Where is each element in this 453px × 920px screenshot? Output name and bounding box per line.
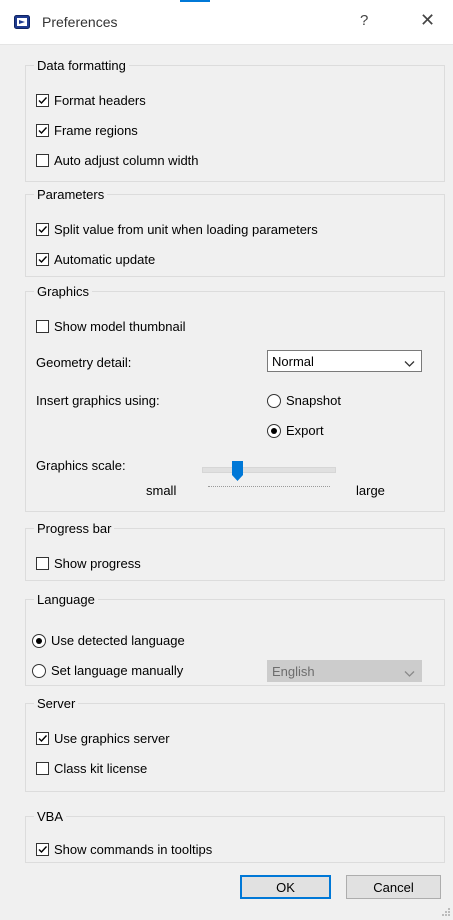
graphics-group: Graphics Show model thumbnail Geometry d… xyxy=(25,284,445,512)
snapshot-label: Snapshot xyxy=(286,393,341,408)
use-detected-language-option[interactable]: Use detected language xyxy=(32,633,185,648)
app-icon xyxy=(14,14,30,30)
automatic-update-option[interactable]: Automatic update xyxy=(36,252,155,267)
snapshot-option[interactable]: Snapshot xyxy=(267,393,341,408)
server-legend: Server xyxy=(37,696,76,711)
graphics-scale-ticks xyxy=(208,483,330,487)
show-progress-checkbox[interactable] xyxy=(36,557,49,570)
frame-regions-checkbox[interactable] xyxy=(36,124,49,137)
export-radio[interactable] xyxy=(267,423,281,438)
show-thumbnail-checkbox[interactable] xyxy=(36,320,49,333)
vba-legend: VBA xyxy=(37,809,64,824)
use-graphics-server-checkbox[interactable] xyxy=(36,732,49,745)
show-commands-option[interactable]: Show commands in tooltips xyxy=(36,842,212,857)
export-option[interactable]: Export xyxy=(267,423,324,438)
progress-bar-group: Progress bar Show progress xyxy=(25,521,445,581)
graphics-scale-label: Graphics scale: xyxy=(36,458,126,473)
use-graphics-server-option[interactable]: Use graphics server xyxy=(36,731,170,746)
format-headers-option[interactable]: Format headers xyxy=(36,93,146,108)
split-value-option[interactable]: Split value from unit when loading param… xyxy=(36,222,318,237)
show-thumbnail-label: Show model thumbnail xyxy=(54,319,186,334)
frame-regions-label: Frame regions xyxy=(54,123,138,138)
set-language-manually-label: Set language manually xyxy=(51,663,184,678)
language-select-value: English xyxy=(272,663,315,679)
language-group: Language Use detected language Set langu… xyxy=(25,592,445,686)
snapshot-radio[interactable] xyxy=(267,393,281,408)
show-commands-checkbox[interactable] xyxy=(36,843,49,856)
close-button[interactable]: ✕ xyxy=(420,10,435,31)
chevron-down-icon xyxy=(404,666,415,681)
show-progress-label: Show progress xyxy=(54,556,141,571)
automatic-update-label: Automatic update xyxy=(54,252,156,267)
graphics-scale-thumb[interactable] xyxy=(232,461,244,481)
geometry-detail-select[interactable]: Normal xyxy=(267,350,422,372)
split-value-label: Split value from unit when loading param… xyxy=(54,222,318,237)
resize-grip-icon[interactable] xyxy=(441,905,451,916)
scale-min-label: small xyxy=(146,483,177,498)
title-accent-strip xyxy=(180,0,210,2)
title-bar: Preferences ? ✕ xyxy=(0,0,453,45)
show-thumbnail-option[interactable]: Show model thumbnail xyxy=(36,319,186,334)
vba-group: VBA Show commands in tooltips xyxy=(25,809,445,863)
set-language-manually-option[interactable]: Set language manually xyxy=(32,663,183,678)
language-legend: Language xyxy=(37,592,95,607)
chevron-down-icon xyxy=(404,356,415,371)
data-formatting-legend: Data formatting xyxy=(37,58,126,73)
format-headers-checkbox[interactable] xyxy=(36,94,49,107)
help-button[interactable]: ? xyxy=(360,12,368,29)
cancel-button[interactable]: Cancel xyxy=(346,875,441,899)
frame-regions-option[interactable]: Frame regions xyxy=(36,123,138,138)
export-label: Export xyxy=(286,423,324,438)
class-kit-license-checkbox[interactable] xyxy=(36,762,49,775)
auto-adjust-checkbox[interactable] xyxy=(36,154,49,167)
window-title: Preferences xyxy=(42,14,118,30)
graphics-legend: Graphics xyxy=(37,284,90,299)
progress-bar-legend: Progress bar xyxy=(37,521,112,536)
show-commands-label: Show commands in tooltips xyxy=(54,842,213,857)
use-graphics-server-label: Use graphics server xyxy=(54,731,170,746)
set-language-manually-radio[interactable] xyxy=(32,663,46,678)
auto-adjust-option[interactable]: Auto adjust column width xyxy=(36,153,199,168)
show-progress-option[interactable]: Show progress xyxy=(36,556,141,571)
geometry-detail-value: Normal xyxy=(272,353,314,369)
auto-adjust-label: Auto adjust column width xyxy=(54,153,199,168)
use-detected-language-radio[interactable] xyxy=(32,633,46,648)
format-headers-label: Format headers xyxy=(54,93,146,108)
use-detected-language-label: Use detected language xyxy=(51,633,185,648)
split-value-checkbox[interactable] xyxy=(36,223,49,236)
class-kit-license-label: Class kit license xyxy=(54,761,148,776)
data-formatting-group: Data formatting Format headers Frame reg… xyxy=(25,58,445,182)
automatic-update-checkbox[interactable] xyxy=(36,253,49,266)
server-group: Server Use graphics server Class kit lic… xyxy=(25,696,445,792)
ok-button[interactable]: OK xyxy=(240,875,331,899)
insert-graphics-label: Insert graphics using: xyxy=(36,393,160,408)
class-kit-license-option[interactable]: Class kit license xyxy=(36,761,147,776)
geometry-detail-label: Geometry detail: xyxy=(36,355,132,370)
language-select[interactable]: English xyxy=(267,660,422,682)
graphics-scale-track[interactable] xyxy=(202,467,336,473)
scale-max-label: large xyxy=(356,483,385,498)
parameters-legend: Parameters xyxy=(37,187,105,202)
parameters-group: Parameters Split value from unit when lo… xyxy=(25,187,445,277)
